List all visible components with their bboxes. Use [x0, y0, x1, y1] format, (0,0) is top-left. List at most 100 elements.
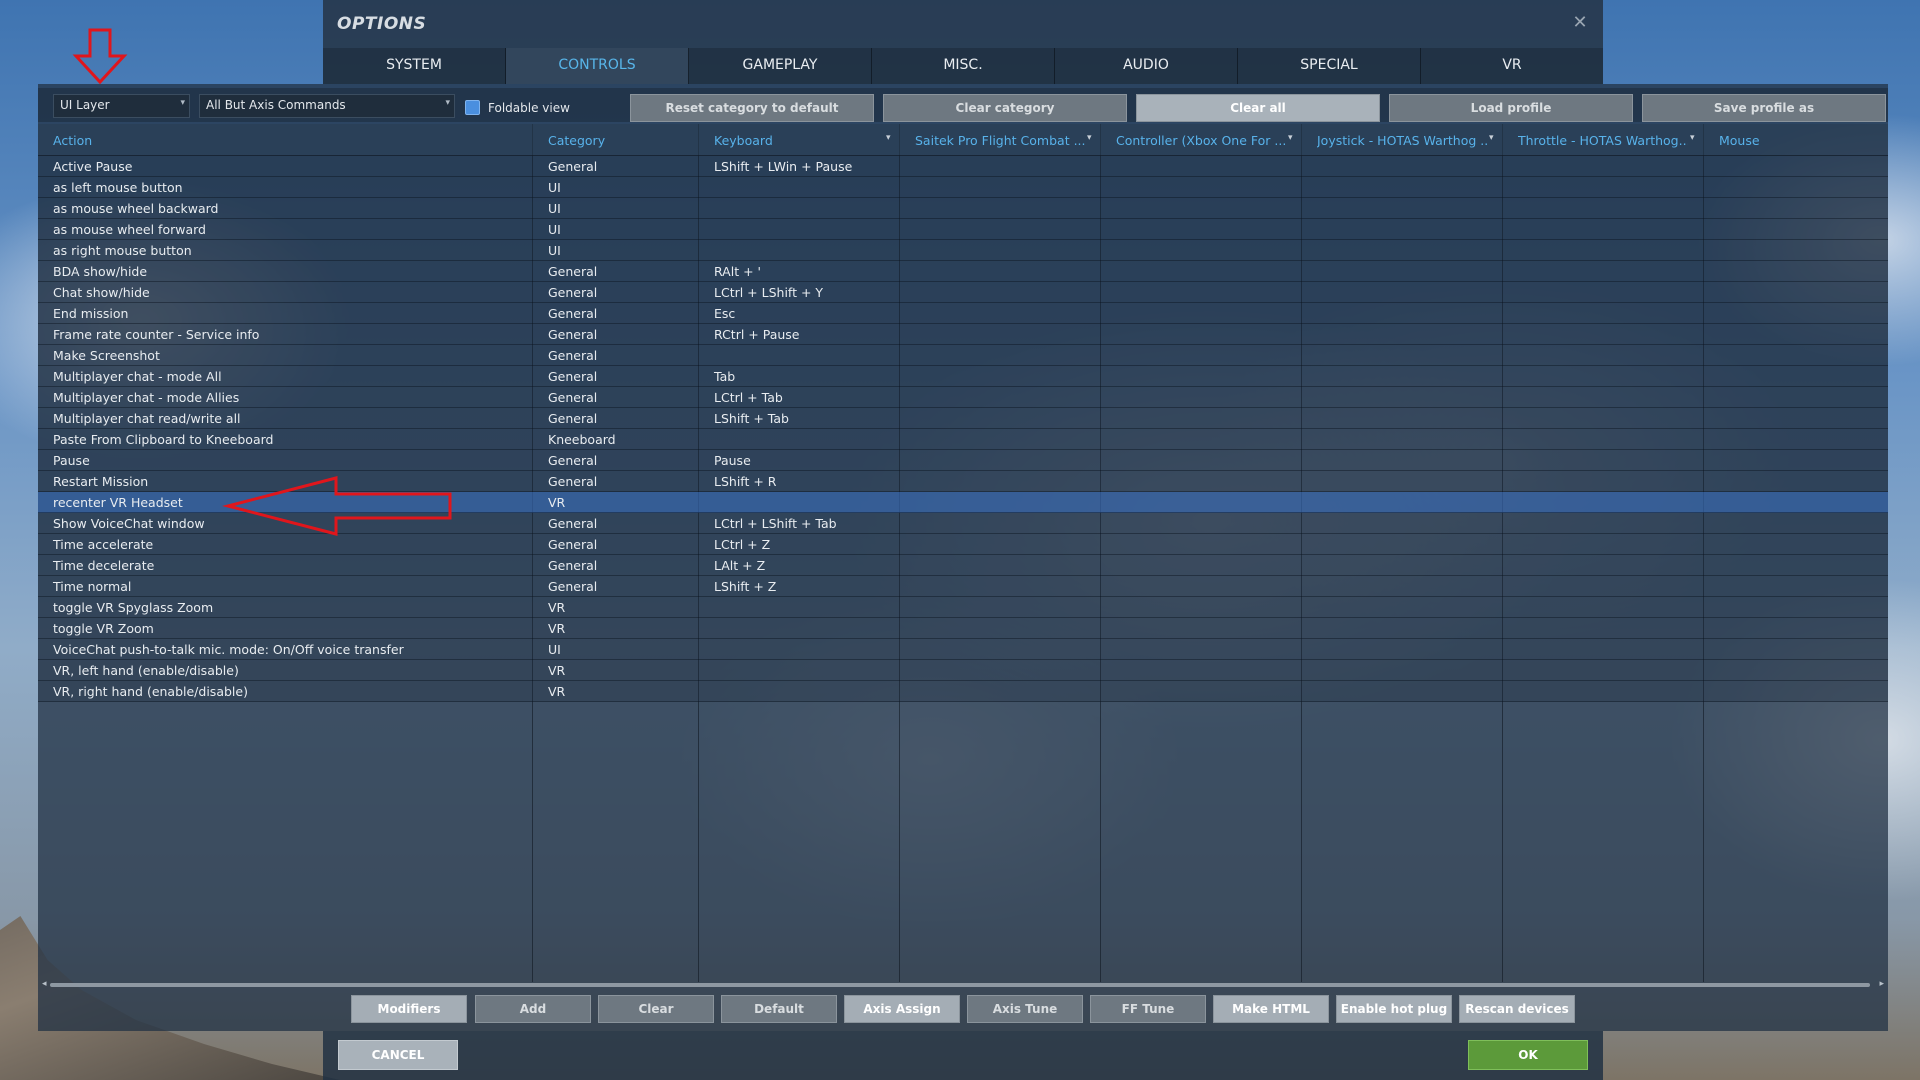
- horizontal-scrollbar[interactable]: ◂ ▸: [42, 979, 1884, 990]
- layer-select-value: UI Layer: [60, 98, 110, 112]
- table-row[interactable]: Multiplayer chat - mode Allies General LCt…: [38, 387, 1888, 408]
- controls-toolbar: UI Layer ▾ All But Axis Commands ▾ Folda…: [38, 88, 1888, 122]
- ok-button[interactable]: OK: [1468, 1040, 1588, 1070]
- cell-category: VR: [548, 600, 566, 615]
- cell-category: General: [548, 369, 598, 384]
- clear-button[interactable]: Clear: [598, 995, 714, 1023]
- save-profile-as-button[interactable]: Save profile as: [1642, 94, 1886, 122]
- cell-action: VR, left hand (enable/disable): [53, 663, 239, 678]
- chevron-down-icon[interactable]: ▾: [1489, 133, 1494, 143]
- table-row[interactable]: as mouse wheel backward UI: [38, 198, 1888, 219]
- table-row[interactable]: Pause General Pause: [38, 450, 1888, 471]
- table-row[interactable]: Restart Mission General LShift + R: [38, 471, 1888, 492]
- cell-action: Restart Mission: [53, 474, 149, 489]
- clear-all-button[interactable]: Clear all: [1136, 94, 1380, 122]
- cell-action: Multiplayer chat read/write all: [53, 411, 241, 426]
- cell-category: General: [548, 537, 598, 552]
- table-row[interactable]: Multiplayer chat - mode All General Tab: [38, 366, 1888, 387]
- table-row[interactable]: toggle VR Zoom VR: [38, 618, 1888, 639]
- table-row[interactable]: Frame rate counter - Service info General…: [38, 324, 1888, 345]
- cell-keyboard: LAlt + Z: [714, 558, 766, 573]
- tab-system[interactable]: SYSTEM: [323, 48, 506, 84]
- cell-category: General: [548, 159, 598, 174]
- default-button[interactable]: Default: [721, 995, 837, 1023]
- table-row[interactable]: Time accelerate General LCtrl + Z: [38, 534, 1888, 555]
- column-header-joystick[interactable]: Joystick - HOTAS Warthog ...: [1317, 133, 1487, 148]
- column-header-keyboard[interactable]: Keyboard: [714, 133, 874, 148]
- tab-audio[interactable]: AUDIO: [1055, 48, 1238, 84]
- column-header-category[interactable]: Category: [548, 133, 688, 148]
- bindings-rows: Active Pause General LShift + LWin + Pause…: [38, 156, 1888, 828]
- table-row[interactable]: Paste From Clipboard to Kneeboard Kneeboa…: [38, 429, 1888, 450]
- controls-panel: UI Layer ▾ All But Axis Commands ▾ Folda…: [38, 84, 1888, 1031]
- cell-keyboard: LShift + Tab: [714, 411, 789, 426]
- cell-action: as mouse wheel forward: [53, 222, 206, 237]
- table-row[interactable]: as left mouse button UI: [38, 177, 1888, 198]
- cell-action: Multiplayer chat - mode All: [53, 369, 222, 384]
- cancel-button[interactable]: CANCEL: [338, 1040, 458, 1070]
- cell-keyboard: LShift + LWin + Pause: [714, 159, 853, 174]
- tab-misc[interactable]: MISC.: [872, 48, 1055, 84]
- table-row[interactable]: VoiceChat push-to-talk mic. mode: On/Off…: [38, 639, 1888, 660]
- scroll-right-icon[interactable]: ▸: [1879, 979, 1884, 989]
- table-row[interactable]: as mouse wheel forward UI: [38, 219, 1888, 240]
- make-html-button[interactable]: Make HTML: [1213, 995, 1329, 1023]
- table-row[interactable]: as right mouse button UI: [38, 240, 1888, 261]
- table-row[interactable]: VR, left hand (enable/disable) VR: [38, 660, 1888, 681]
- close-icon[interactable]: ✕: [1569, 12, 1591, 34]
- empty-row: [38, 786, 1888, 807]
- tab-gameplay[interactable]: GAMEPLAY: [689, 48, 872, 84]
- table-row[interactable]: Make Screenshot General: [38, 345, 1888, 366]
- column-header-throttle[interactable]: Throttle - HOTAS Warthog...: [1518, 133, 1688, 148]
- chevron-down-icon[interactable]: ▾: [1690, 133, 1695, 143]
- cell-category: General: [548, 453, 598, 468]
- chevron-down-icon[interactable]: ▾: [886, 133, 891, 143]
- column-header-mouse[interactable]: Mouse: [1719, 133, 1869, 148]
- enable-hot-plug-button[interactable]: Enable hot plug: [1336, 995, 1452, 1023]
- tab-special[interactable]: SPECIAL: [1238, 48, 1421, 84]
- table-row[interactable]: BDA show/hide General RAlt + ': [38, 261, 1888, 282]
- ff-tune-button[interactable]: FF Tune: [1090, 995, 1206, 1023]
- table-row[interactable]: Show VoiceChat window General LCtrl + LShi…: [38, 513, 1888, 534]
- column-header-controller[interactable]: Controller (Xbox One For ...: [1116, 133, 1286, 148]
- table-row[interactable]: VR, right hand (enable/disable) VR: [38, 681, 1888, 702]
- filter-select[interactable]: All But Axis Commands ▾: [199, 94, 455, 118]
- cell-action: Make Screenshot: [53, 348, 160, 363]
- table-row[interactable]: toggle VR Spyglass Zoom VR: [38, 597, 1888, 618]
- axis-assign-button[interactable]: Axis Assign: [844, 995, 960, 1023]
- add-button[interactable]: Add: [475, 995, 591, 1023]
- cell-keyboard: LCtrl + Z: [714, 537, 771, 552]
- table-row[interactable]: recenter VR Headset VR: [38, 492, 1888, 513]
- scroll-left-icon[interactable]: ◂: [42, 979, 47, 989]
- cell-category: UI: [548, 243, 561, 258]
- cell-category: General: [548, 306, 598, 321]
- cell-action: Active Pause: [53, 159, 133, 174]
- reset-category-button[interactable]: Reset category to default: [630, 94, 874, 122]
- tab-controls[interactable]: CONTROLS: [506, 48, 689, 84]
- cell-keyboard: Esc: [714, 306, 736, 321]
- chevron-down-icon[interactable]: ▾: [1288, 133, 1293, 143]
- modifiers-button[interactable]: Modifiers: [351, 995, 467, 1023]
- column-header-saitek[interactable]: Saitek Pro Flight Combat ...: [915, 133, 1085, 148]
- table-row[interactable]: Time decelerate General LAlt + Z: [38, 555, 1888, 576]
- cell-category: General: [548, 264, 598, 279]
- table-row[interactable]: Time normal General LShift + Z: [38, 576, 1888, 597]
- table-row[interactable]: End mission General Esc: [38, 303, 1888, 324]
- foldable-view-checkbox[interactable]: [465, 100, 480, 115]
- load-profile-button[interactable]: Load profile: [1389, 94, 1633, 122]
- column-header-action[interactable]: Action: [53, 133, 523, 148]
- table-row[interactable]: Chat show/hide General LCtrl + LShift + Y: [38, 282, 1888, 303]
- cell-action: Show VoiceChat window: [53, 516, 205, 531]
- cell-action: Time decelerate: [53, 558, 155, 573]
- cell-category: UI: [548, 222, 561, 237]
- chevron-down-icon[interactable]: ▾: [1087, 133, 1092, 143]
- axis-tune-button[interactable]: Axis Tune: [967, 995, 1083, 1023]
- layer-select[interactable]: UI Layer ▾: [53, 94, 190, 118]
- scrollbar-thumb[interactable]: [50, 983, 1870, 987]
- tab-vr[interactable]: VR: [1421, 48, 1603, 84]
- table-row[interactable]: Multiplayer chat read/write all General LS…: [38, 408, 1888, 429]
- cell-category: General: [548, 390, 598, 405]
- table-row[interactable]: Active Pause General LShift + LWin + Pause: [38, 156, 1888, 177]
- rescan-devices-button[interactable]: Rescan devices: [1459, 995, 1575, 1023]
- clear-category-button[interactable]: Clear category: [883, 94, 1127, 122]
